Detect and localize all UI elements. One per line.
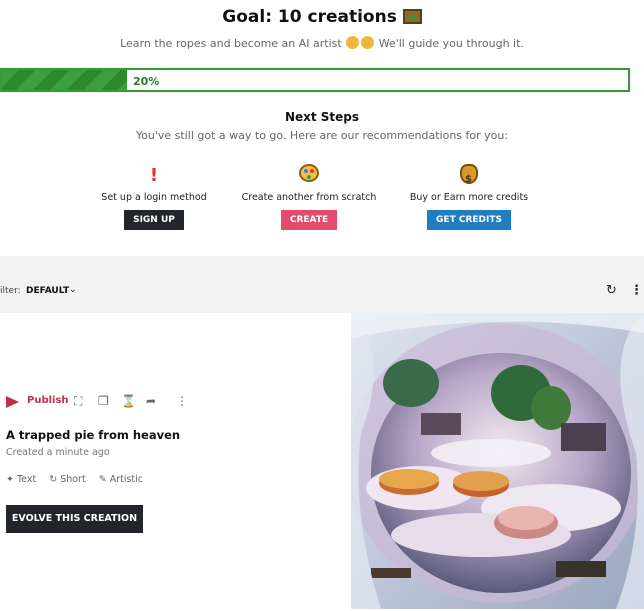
publish-button[interactable]: Publish (27, 395, 69, 406)
goal-subtitle-after: We'll guide you through it. (378, 37, 524, 50)
chevron-down-icon[interactable]: ⌄ (69, 285, 77, 295)
copy-icon[interactable]: ❐ (98, 394, 109, 408)
tag-text: ✦ Text (6, 474, 36, 485)
palette-icon (219, 164, 399, 188)
exclamation-icon: ! (149, 165, 159, 186)
filter-bar: ilter: DEFAULT ⌄ ↻ ⋮ (0, 280, 644, 304)
creation-image[interactable] (351, 313, 644, 609)
creation-tags: ✦ Text ↻ Short ✎ Artistic (6, 474, 153, 485)
evolve-creation-button[interactable]: EVOLVE THIS CREATION (6, 505, 143, 533)
face-icon (346, 36, 360, 49)
hourglass-icon[interactable]: ⌛ (121, 394, 136, 408)
sign-up-button[interactable]: SIGN UP (124, 210, 184, 230)
step-login: ! Set up a login method SIGN UP (64, 164, 244, 230)
step-login-label: Set up a login method (101, 192, 207, 203)
goal-title-text: Goal: 10 creations (222, 7, 397, 27)
share-icon[interactable]: ➦ (146, 394, 156, 408)
tag-short-label: Short (60, 474, 86, 485)
filter-dropdown[interactable]: DEFAULT (26, 286, 69, 296)
tag-artistic-label: Artistic (109, 474, 143, 485)
palette-icon (361, 36, 375, 49)
filter-label: ilter: (0, 286, 21, 296)
progress-fill (2, 70, 128, 90)
creation-title: A trapped pie from heaven (6, 428, 181, 442)
tag-artistic: ✎ Artistic (99, 474, 143, 485)
creation-card: Publish ⛶ ❐ ⌛ ➦ ⋮ A trapped pie from hea… (0, 313, 644, 611)
step-credits-label: Buy or Earn more credits (409, 192, 529, 203)
goal-card: Goal: 10 creations Learn the ropes and b… (0, 0, 644, 256)
get-credits-button[interactable]: GET CREDITS (427, 210, 511, 230)
money-bag-icon (379, 164, 559, 192)
refresh-icon[interactable]: ↻ (606, 283, 617, 298)
step-create-label: Create another from scratch (241, 192, 377, 203)
step-create: Create another from scratch CREATE (219, 164, 399, 230)
palette-icon: ✎ (98, 474, 107, 485)
next-steps-subtitle: You've still got a way to go. Here are o… (135, 129, 509, 142)
creation-artwork (351, 313, 644, 609)
next-steps-title: Next Steps (284, 110, 360, 124)
tag-text-label: Text (16, 474, 37, 485)
refresh-icon: ↻ (49, 474, 58, 485)
create-button[interactable]: CREATE (280, 210, 338, 230)
tag-short: ↻ Short (49, 474, 85, 485)
progress-label: 20% (133, 75, 160, 88)
goal-subtitle-before: Learn the ropes and become an AI artist (120, 37, 342, 50)
creation-date: Created a minute ago (6, 447, 110, 458)
more-options-icon[interactable]: ⋮ (630, 283, 643, 298)
goal-subtitle: Learn the ropes and become an AI artist … (0, 36, 644, 50)
framed-picture-icon (402, 9, 422, 24)
magic-wand-icon: ✦ (6, 474, 14, 485)
send-icon[interactable] (6, 396, 19, 408)
step-credits: Buy or Earn more credits GET CREDITS (379, 164, 559, 230)
goal-progress-bar: 20% (0, 68, 630, 92)
fullscreen-icon[interactable]: ⛶ (74, 394, 82, 409)
goal-title: Goal: 10 creations (0, 7, 644, 27)
more-options-icon[interactable]: ⋮ (176, 394, 188, 408)
